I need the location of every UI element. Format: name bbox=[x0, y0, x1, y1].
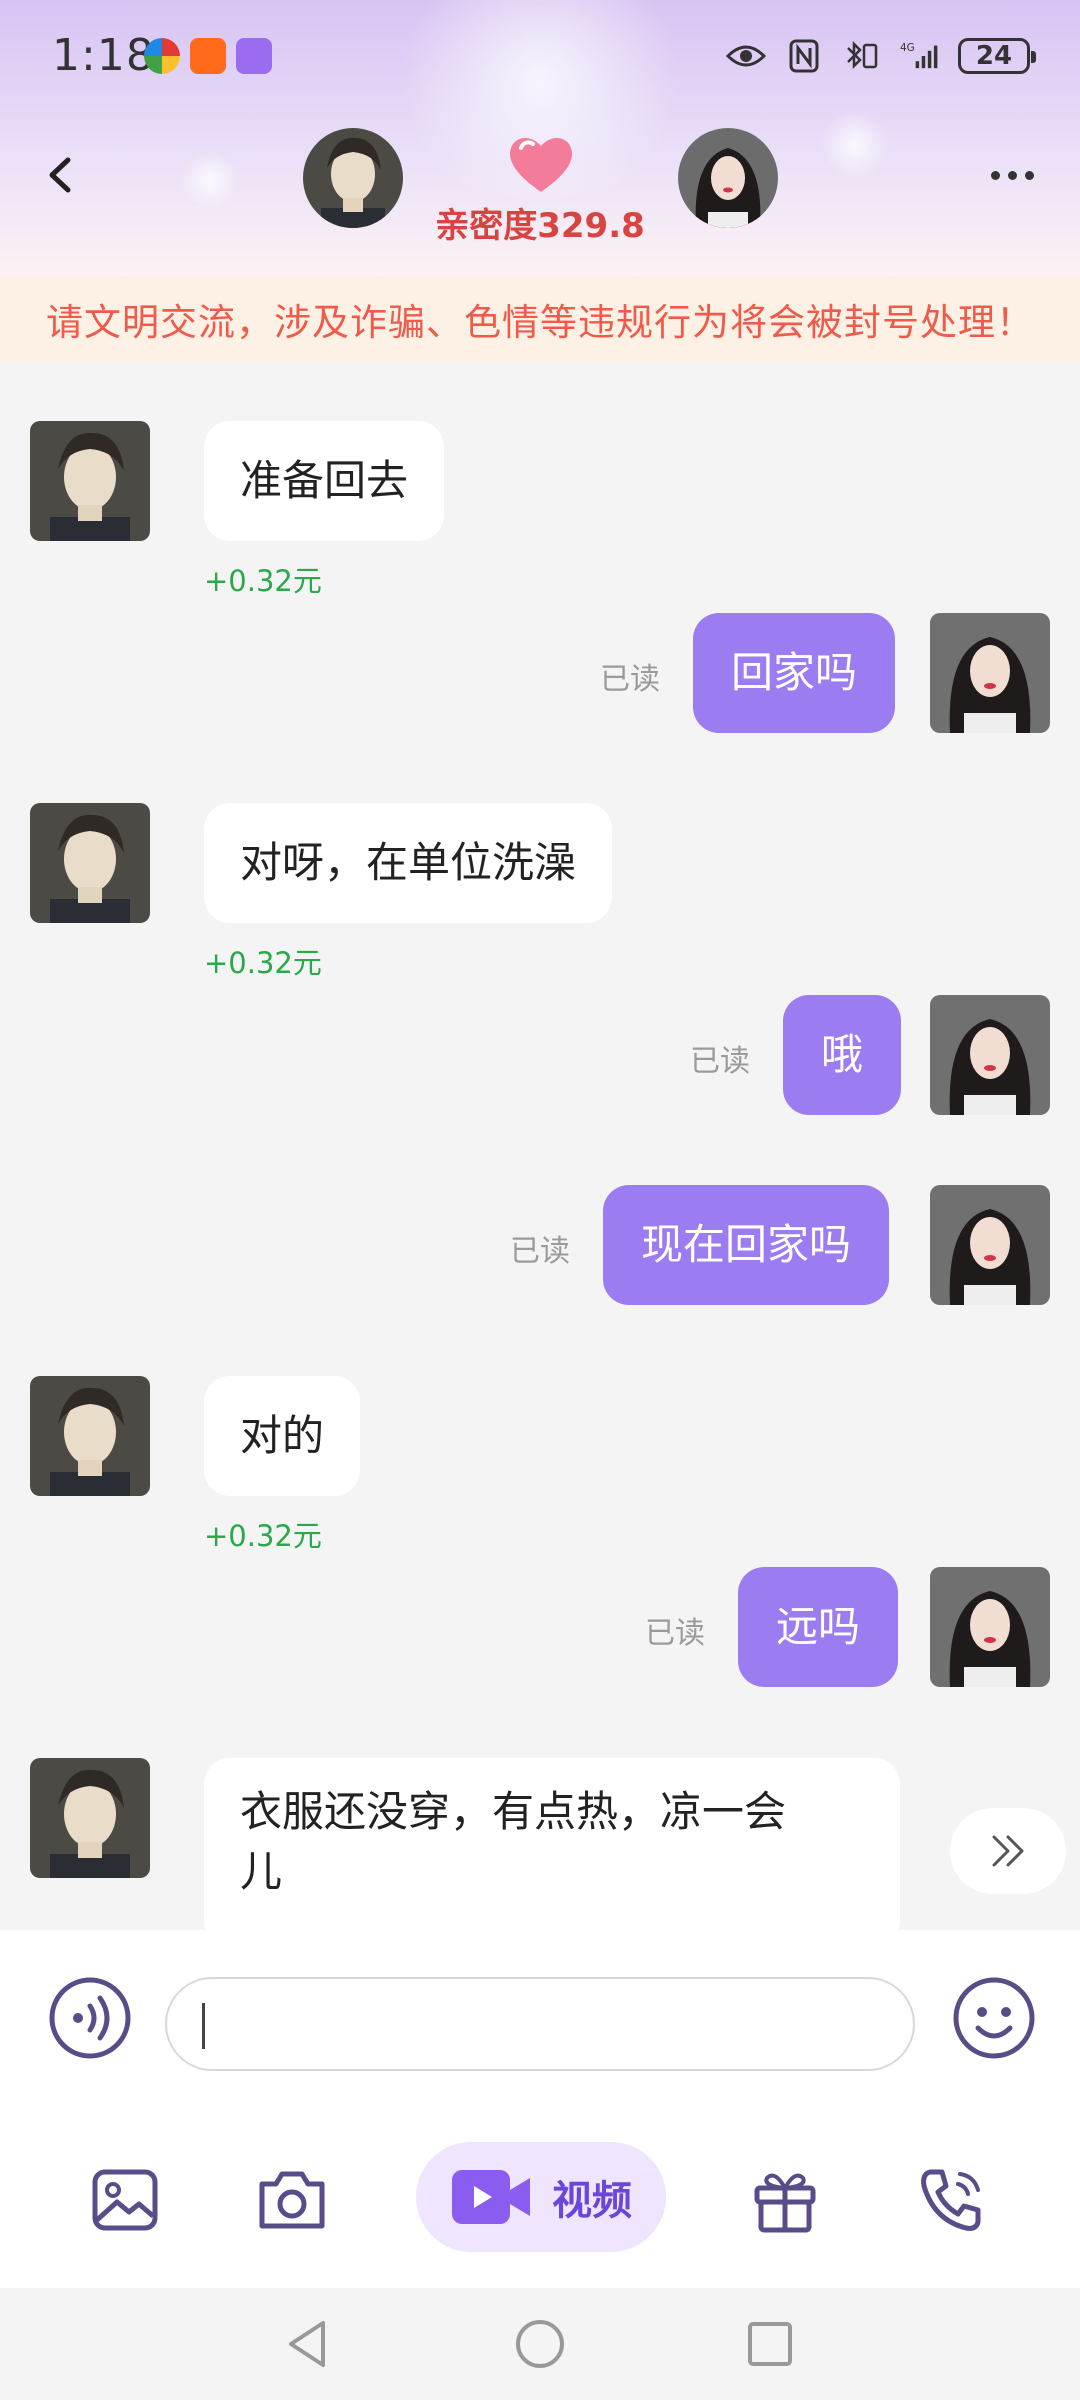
scroll-to-latest-button[interactable] bbox=[950, 1808, 1066, 1894]
nav-recents-button[interactable] bbox=[738, 2312, 802, 2376]
read-receipt: 已读 bbox=[690, 1044, 750, 1079]
voice-icon bbox=[49, 1977, 131, 2059]
partner-avatar[interactable] bbox=[30, 1758, 150, 1878]
status-time: 1:18 bbox=[52, 30, 155, 81]
warning-notice: 请文明交流，涉及诈骗、色情等违规行为将会被封号处理！ bbox=[0, 276, 1080, 362]
header-sparkle bbox=[820, 110, 890, 180]
my-avatar-header[interactable] bbox=[678, 128, 778, 228]
my-avatar[interactable] bbox=[930, 613, 1050, 733]
status-bar: 1:18 4G 24 bbox=[0, 0, 1080, 112]
back-button[interactable] bbox=[40, 150, 80, 200]
emoji-icon bbox=[953, 1977, 1035, 2059]
system-nav-bar bbox=[0, 2288, 1080, 2400]
emoji-button[interactable] bbox=[950, 1974, 1038, 2062]
square-recents-icon bbox=[748, 2322, 792, 2366]
message-input[interactable] bbox=[165, 1977, 915, 2071]
read-receipt: 已读 bbox=[510, 1234, 570, 1269]
camera-button[interactable] bbox=[252, 2160, 332, 2240]
message-text-line: 儿 bbox=[240, 1847, 283, 1896]
double-chevron-right-icon bbox=[992, 1835, 1024, 1867]
text-caret bbox=[202, 2003, 205, 2049]
read-receipt: 已读 bbox=[645, 1616, 705, 1651]
message-bubble-received[interactable]: 对呀，在单位洗澡 bbox=[204, 803, 613, 923]
partner-avatar-header[interactable] bbox=[303, 128, 403, 228]
phone-call-icon bbox=[921, 2169, 981, 2231]
message-bubble-sent[interactable]: 现在回家吗 bbox=[603, 1185, 890, 1305]
message-text-line: 衣服还没穿，有点热，凉一会 bbox=[240, 1787, 787, 1836]
message-bubble-sent[interactable]: 回家吗 bbox=[693, 613, 896, 733]
read-receipt: 已读 bbox=[600, 662, 660, 697]
message-bubble-sent[interactable]: 远吗 bbox=[738, 1567, 899, 1687]
eye-icon bbox=[726, 36, 766, 76]
signal-icon: 4G bbox=[900, 36, 940, 76]
video-label: 视频 bbox=[552, 2178, 632, 2224]
intimacy-score: 亲密度329.8 bbox=[435, 206, 645, 246]
earning-label: +0.32元 bbox=[204, 564, 322, 598]
partner-avatar[interactable] bbox=[30, 1376, 150, 1496]
voice-call-button[interactable] bbox=[912, 2160, 992, 2240]
nav-back-button[interactable] bbox=[276, 2312, 340, 2376]
image-button[interactable] bbox=[85, 2160, 165, 2240]
chevron-left-icon bbox=[49, 157, 71, 193]
nfc-icon bbox=[784, 36, 824, 76]
triangle-back-icon bbox=[289, 2321, 325, 2367]
earning-label: +0.32元 bbox=[204, 1519, 322, 1553]
earning-label: +0.32元 bbox=[204, 946, 322, 980]
message-bubble-received[interactable]: 衣服还没穿，有点热，凉一会 儿 bbox=[204, 1758, 900, 1948]
gift-button[interactable] bbox=[745, 2160, 825, 2240]
header-sparkle bbox=[180, 150, 240, 210]
circle-home-icon bbox=[516, 2320, 564, 2368]
my-avatar[interactable] bbox=[930, 1185, 1050, 1305]
more-dots-icon bbox=[990, 170, 1000, 180]
message-bubble-received[interactable]: 准备回去 bbox=[204, 421, 445, 541]
camera-icon bbox=[259, 2171, 325, 2229]
voice-button[interactable] bbox=[46, 1974, 134, 2062]
image-icon bbox=[92, 2169, 158, 2231]
my-avatar[interactable] bbox=[930, 995, 1050, 1115]
bluetooth-vibrate-icon bbox=[842, 36, 882, 76]
notification-app-icon bbox=[190, 38, 226, 74]
more-button[interactable] bbox=[984, 160, 1040, 190]
chat-header: 1:18 4G 24 亲密度329.8 bbox=[0, 0, 1080, 276]
nav-home-button[interactable] bbox=[508, 2312, 572, 2376]
partner-avatar[interactable] bbox=[30, 803, 150, 923]
my-avatar[interactable] bbox=[930, 1567, 1050, 1687]
message-bubble-received[interactable]: 对的 bbox=[204, 1376, 361, 1496]
gift-icon bbox=[754, 2173, 816, 2233]
battery-indicator: 24 bbox=[958, 38, 1036, 74]
video-icon bbox=[452, 2170, 530, 2224]
action-toolbar: 视频 bbox=[0, 2142, 1080, 2252]
svg-text:4G: 4G bbox=[900, 42, 915, 54]
video-call-button[interactable]: 视频 bbox=[416, 2142, 666, 2252]
message-bubble-sent[interactable]: 哦 bbox=[783, 995, 902, 1115]
partner-avatar[interactable] bbox=[30, 421, 150, 541]
heart-icon bbox=[505, 132, 577, 196]
notification-app-icon bbox=[236, 38, 272, 74]
notification-app-icon bbox=[144, 38, 180, 74]
status-icons: 4G 24 bbox=[726, 36, 1036, 76]
